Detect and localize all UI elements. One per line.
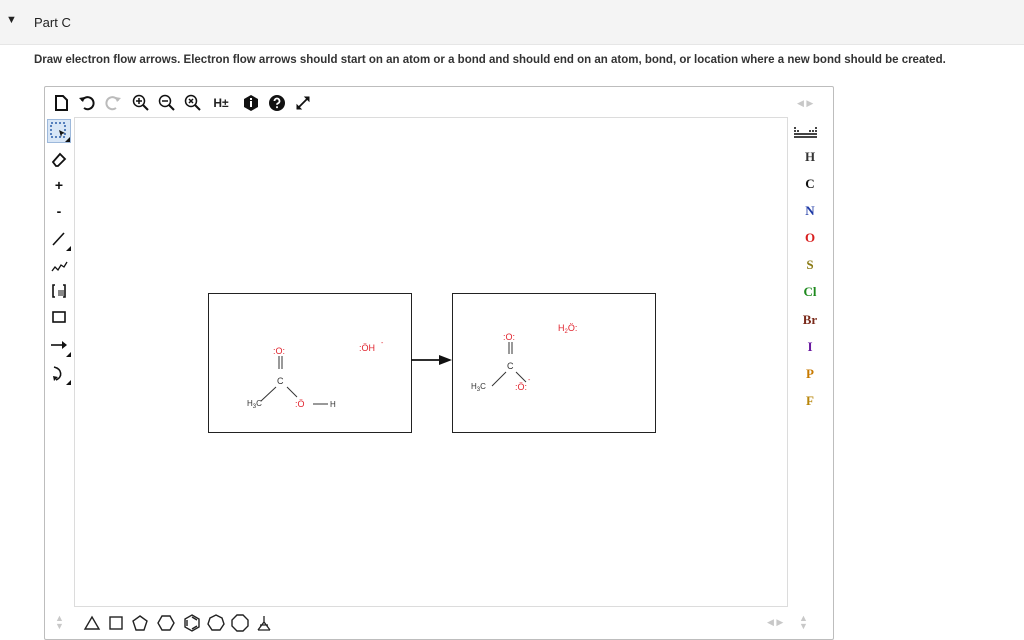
reaction-arrow[interactable] (410, 354, 453, 366)
bottom-left-scroll-icon[interactable]: ▲ ▼ (55, 614, 64, 631)
reaction-arrow-icon[interactable] (47, 333, 71, 357)
top-toolbar: H± ◀ ▶ (45, 87, 833, 117)
product-carbon[interactable]: C (507, 361, 514, 371)
reactant-carbon[interactable]: C (277, 376, 284, 386)
negative-charge-tool[interactable]: - (47, 199, 71, 223)
eraser-icon[interactable] (47, 147, 71, 171)
svg-text:H3C: H3C (247, 399, 262, 410)
element-cl-button[interactable]: Cl (787, 281, 833, 303)
element-o-button[interactable]: O (787, 227, 833, 249)
new-document-icon[interactable] (51, 93, 71, 113)
chain-icon[interactable] (47, 253, 71, 277)
h-toggle-button[interactable]: H± (209, 93, 233, 113)
chair-template-icon[interactable] (253, 612, 275, 634)
product-structure: :O: C H3C :Ö: - H2Ö: (471, 323, 577, 393)
collapse-caret-icon[interactable]: ▼ (6, 14, 17, 26)
product-methyl-c[interactable]: C (480, 382, 486, 391)
element-palette: H C N O S Cl Br I P F (787, 117, 833, 605)
product-oxide-charge: - (528, 377, 531, 384)
reactant-structure: :O: C H3C :Ö H :ÖH - (247, 340, 384, 410)
zoom-reset-icon[interactable] (183, 93, 203, 113)
cycloheptane-icon[interactable] (205, 612, 227, 634)
redo-icon[interactable] (103, 93, 123, 113)
rectangle-icon[interactable] (47, 305, 71, 329)
cyclopentane-icon[interactable] (129, 612, 151, 634)
bracket-icon[interactable] (47, 279, 71, 303)
cyclohexane-icon[interactable] (155, 612, 177, 634)
single-bond-icon[interactable] (47, 227, 71, 251)
lasso-select-tool[interactable] (47, 119, 71, 143)
reactant-hydroxyl-hydrogen[interactable]: H (330, 400, 336, 409)
water-oxygen[interactable]: Ö: (568, 323, 578, 333)
element-h-button[interactable]: H (787, 146, 833, 168)
part-header[interactable]: ▼ Part C (0, 0, 1024, 45)
element-n-button[interactable]: N (787, 200, 833, 222)
element-p-button[interactable]: P (787, 363, 833, 385)
reactant-carbonyl-oxygen[interactable]: :O: (273, 346, 285, 356)
bottom-toolbar: ▲ ▼ ◀ ▶ ▲ ▼ (45, 606, 833, 638)
toolbar-scroll-arrows[interactable]: ◀ ▶ (797, 98, 813, 109)
cyclopropane-icon[interactable] (81, 612, 103, 634)
bottom-right-vertical-scroll-icon[interactable]: ▲ ▼ (799, 614, 808, 631)
product-box[interactable]: :O: C H3C :Ö: - H2Ö: (452, 293, 656, 433)
undo-icon[interactable] (77, 93, 97, 113)
hydroxide-charge: - (381, 340, 384, 347)
instructions-text: Draw electron flow arrows. Electron flow… (34, 54, 946, 66)
benzene-icon[interactable] (181, 612, 203, 634)
element-s-button[interactable]: S (787, 254, 833, 276)
left-toolbar: + - (45, 117, 73, 637)
zoom-in-icon[interactable] (131, 93, 151, 113)
periodic-table-icon[interactable] (793, 125, 827, 139)
help-icon[interactable] (267, 93, 287, 113)
element-i-button[interactable]: I (787, 336, 833, 358)
info-icon[interactable] (241, 93, 261, 113)
drawing-canvas[interactable]: :O: C H3C :Ö H :ÖH - :O: C H3C:Ö: - H2Ö… (74, 117, 788, 607)
element-f-button[interactable]: F (787, 390, 833, 412)
cyclobutane-icon[interactable] (105, 612, 127, 634)
reactant-methyl-c[interactable]: C (256, 399, 262, 408)
zoom-out-icon[interactable] (157, 93, 177, 113)
electron-flow-arrow-icon[interactable] (47, 361, 71, 385)
product-carbonyl-oxygen[interactable]: :O: (503, 332, 515, 342)
element-c-button[interactable]: C (787, 173, 833, 195)
chemistry-editor: H± ◀ ▶ + -:O: C H3C:Ö H:ÖH -:O: C H3… (44, 86, 834, 640)
reactant-box[interactable]: :O: C H3C :Ö H :ÖH - (208, 293, 412, 433)
element-br-button[interactable]: Br (787, 309, 833, 331)
fullscreen-icon[interactable] (293, 93, 313, 113)
bottom-right-scroll-arrows[interactable]: ◀ ▶ (767, 617, 783, 628)
svg-text:H2Ö:: H2Ö: (558, 323, 577, 335)
cyclooctane-icon[interactable] (229, 612, 251, 634)
positive-charge-tool[interactable]: + (47, 173, 71, 197)
product-oxide-oxygen[interactable]: :Ö: (515, 382, 527, 392)
reactant-hydroxyl-oxygen[interactable]: :Ö (295, 399, 305, 409)
svg-text:H3C: H3C (471, 382, 486, 393)
hydroxide-ion[interactable]: :ÖH (359, 343, 375, 353)
part-title: Part C (34, 15, 71, 30)
